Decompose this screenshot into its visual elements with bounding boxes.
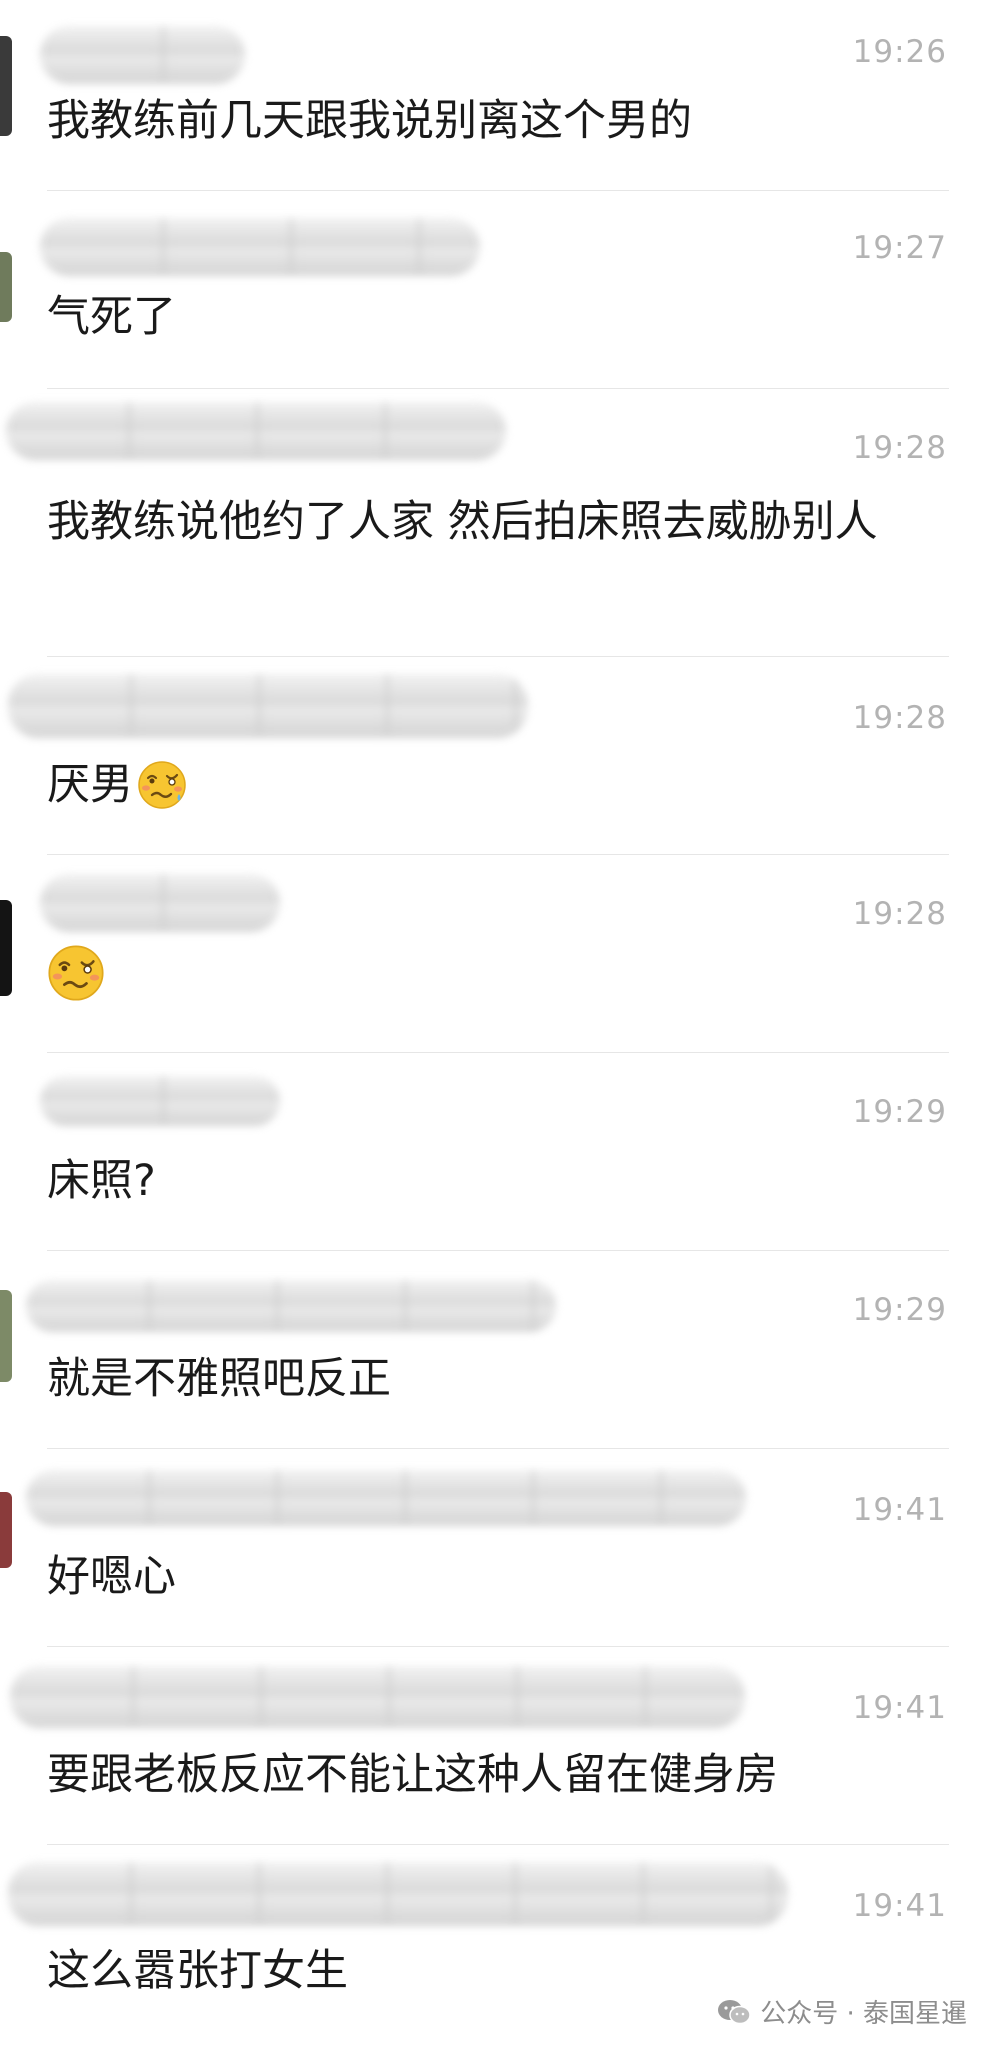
message-time: 19:41 <box>852 1888 947 1924</box>
message-text: 我教练前几天跟我说别离这个男的 <box>47 86 927 156</box>
message-time: 19:26 <box>852 34 947 70</box>
chat-message[interactable]: 19:28 我教练说他约了人家 然后拍床照去威胁别人 <box>0 388 995 656</box>
avatar[interactable] <box>0 252 12 322</box>
blurred-sender-name <box>40 874 280 932</box>
message-text-content: 我教练说他约了人家 然后拍床照去威胁别人 <box>47 497 878 547</box>
chat-message[interactable]: 19:27 气死了 <box>0 190 995 388</box>
message-time: 19:28 <box>852 700 947 736</box>
blurred-sender-name <box>26 1280 556 1332</box>
message-text: 就是不雅照吧反正 <box>47 1344 927 1414</box>
chat-message[interactable]: 19:41 要跟老板反应不能让这种人留在健身房 <box>0 1646 995 1844</box>
wechat-icon <box>718 1999 751 2024</box>
message-time: 19:27 <box>852 230 947 266</box>
message-time: 19:29 <box>852 1292 947 1328</box>
blurred-sender-name <box>40 218 480 276</box>
avatar[interactable] <box>0 1492 12 1568</box>
message-time: 19:41 <box>852 1492 947 1528</box>
avatar[interactable] <box>0 900 12 996</box>
chat-message[interactable]: 19:29 就是不雅照吧反正 <box>0 1250 995 1448</box>
message-text: 气死了 <box>47 282 927 352</box>
chat-message[interactable]: 19:28 厌男 <box>0 656 995 854</box>
message-text-content: 要跟老板反应不能让这种人留在健身房 <box>47 1750 778 1800</box>
message-text: 要跟老板反应不能让这种人留在健身房 <box>47 1740 927 1810</box>
message-text-content: 就是不雅照吧反正 <box>47 1354 391 1404</box>
message-text-content: 好嗯心 <box>47 1552 176 1602</box>
blurred-sender-name <box>26 1470 746 1526</box>
avatar[interactable] <box>0 36 12 136</box>
blurred-sender-name <box>8 1862 788 1926</box>
message-text: 我教练说他约了人家 然后拍床照去威胁别人 <box>47 486 927 558</box>
message-text-content: 床照? <box>47 1156 156 1206</box>
message-text-content: 气死了 <box>47 292 176 342</box>
woozy-face-icon <box>48 945 104 1001</box>
avatar[interactable] <box>0 1290 12 1382</box>
message-text-content: 我教练前几天跟我说别离这个男的 <box>47 96 692 146</box>
message-time: 19:28 <box>852 430 947 466</box>
message-text-content: 这么嚣张打女生 <box>47 1946 348 1996</box>
blurred-sender-name <box>10 1666 745 1728</box>
blurred-sender-name <box>8 674 528 738</box>
watermark-text: 公众号 · 泰国星暹 <box>760 1999 967 2029</box>
message-text: 好嗯心 <box>47 1542 927 1612</box>
message-text <box>47 944 927 1002</box>
blurred-sender-name <box>6 402 506 460</box>
message-time: 19:41 <box>852 1690 947 1726</box>
message-time: 19:28 <box>852 896 947 932</box>
woozy-face-icon <box>138 761 186 809</box>
chat-history: 19:26 我教练前几天跟我说别离这个男的 19:27 气死了 19:28 我教… <box>0 0 995 2048</box>
chat-message[interactable]: 19:29 床照? <box>0 1052 995 1250</box>
chat-message[interactable]: 19:26 我教练前几天跟我说别离这个男的 <box>0 0 995 190</box>
chat-message[interactable]: 19:41 好嗯心 <box>0 1448 995 1646</box>
message-text: 厌男 <box>47 750 927 820</box>
message-time: 19:29 <box>852 1094 947 1130</box>
message-text-content: 厌男 <box>47 760 133 810</box>
watermark: 公众号 · 泰国星暹 <box>716 1993 967 2030</box>
chat-message[interactable]: 19:28 <box>0 854 995 1052</box>
message-text: 床照? <box>47 1146 927 1216</box>
blurred-sender-name <box>40 26 245 84</box>
blurred-sender-name <box>40 1076 280 1126</box>
